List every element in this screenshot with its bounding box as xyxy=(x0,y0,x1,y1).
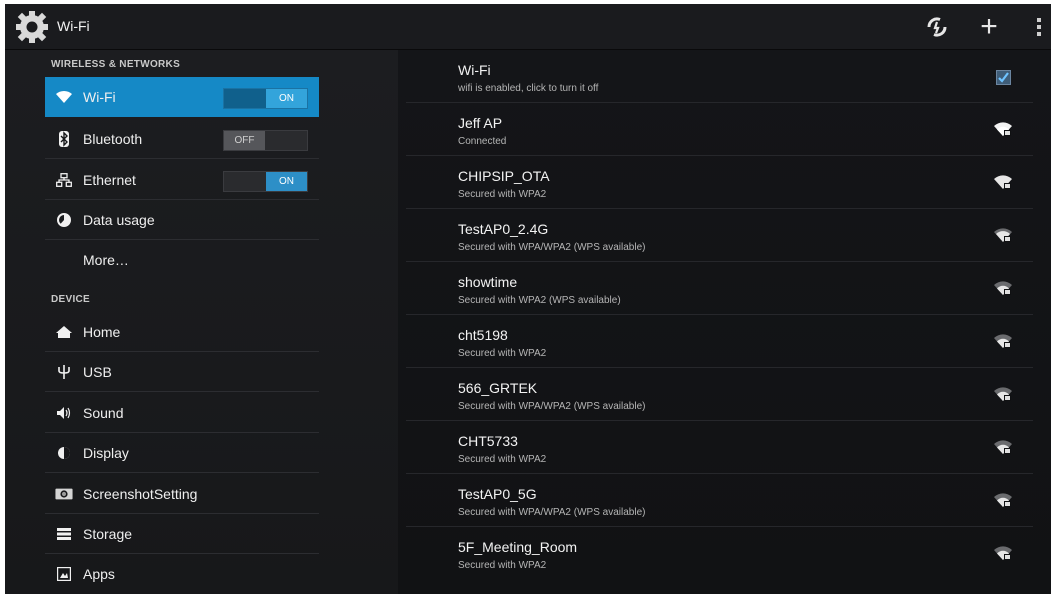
sidebar-item-label: Home xyxy=(83,324,121,340)
network-ssid: TestAP0_5G xyxy=(458,486,537,502)
sidebar-item-screenshot-setting[interactable]: ScreenshotSetting xyxy=(45,474,319,514)
display-icon xyxy=(55,444,73,462)
section-header-wireless: WIRELESS & NETWORKS xyxy=(51,59,181,70)
divider xyxy=(45,158,319,159)
apps-icon xyxy=(55,565,73,583)
wifi-signal-lock-icon xyxy=(994,546,1012,560)
network-row[interactable]: TestAP0_2.4G Secured with WPA/WPA2 (WPS … xyxy=(406,209,1033,262)
wifi-signal-lock-icon xyxy=(994,387,1012,401)
settings-window: Wi-Fi + WIRELESS & NETWORKS Wi-Fi ON Blu… xyxy=(5,4,1051,594)
sidebar-item-usb[interactable]: USB xyxy=(45,352,319,392)
sidebar-item-more[interactable]: More… xyxy=(45,240,319,280)
divider xyxy=(45,472,319,473)
switch-state: OFF xyxy=(224,131,265,150)
wifi-enable-checkbox[interactable] xyxy=(996,70,1011,85)
ethernet-icon xyxy=(55,171,73,189)
wifi-signal-lock-icon xyxy=(994,122,1012,136)
switch-state: ON xyxy=(266,89,307,108)
network-row[interactable]: showtime Secured with WPA2 (WPS availabl… xyxy=(406,262,1033,315)
settings-gear-icon[interactable] xyxy=(15,10,49,44)
sidebar-item-ethernet[interactable]: Ethernet ON xyxy=(45,160,319,200)
checkmark-icon xyxy=(998,72,1009,83)
sidebar-item-home[interactable]: Home xyxy=(45,312,319,352)
wps-sync-icon[interactable] xyxy=(923,13,951,41)
section-header-device: DEVICE xyxy=(51,294,91,305)
bluetooth-icon xyxy=(55,130,73,148)
wifi-signal-lock-icon xyxy=(994,281,1012,295)
sidebar-item-label: Wi-Fi xyxy=(83,89,116,105)
sidebar-item-label: Display xyxy=(83,445,129,461)
camera-icon xyxy=(55,485,73,503)
wifi-enable-title: Wi-Fi xyxy=(458,62,491,78)
action-bar: Wi-Fi + xyxy=(5,4,1051,50)
sidebar-item-wifi[interactable]: Wi-Fi ON xyxy=(45,77,319,117)
sidebar-item-data-usage[interactable]: Data usage xyxy=(45,200,319,240)
network-row[interactable]: 5F_Meeting_Room Secured with WPA2 xyxy=(406,527,1033,580)
wifi-switch[interactable]: ON xyxy=(223,88,308,109)
network-ssid: CHT5733 xyxy=(458,433,518,449)
action-bar-title: Wi-Fi xyxy=(57,18,90,34)
sidebar-item-storage[interactable]: Storage xyxy=(45,514,319,554)
network-status: Secured with WPA/WPA2 (WPS available) xyxy=(458,507,646,518)
sidebar-item-label: Data usage xyxy=(83,212,155,228)
storage-icon xyxy=(55,525,73,543)
sidebar-item-sound[interactable]: Sound xyxy=(45,393,319,433)
network-row[interactable]: CHT5733 Secured with WPA2 xyxy=(406,421,1033,474)
sidebar-item-label: USB xyxy=(83,364,112,380)
wifi-signal-lock-icon xyxy=(994,228,1012,242)
network-row[interactable]: TestAP0_5G Secured with WPA/WPA2 (WPS av… xyxy=(406,474,1033,527)
network-ssid: TestAP0_2.4G xyxy=(458,221,549,237)
wifi-network-list: Wi-Fi wifi is enabled, click to turn it … xyxy=(398,50,1051,594)
sidebar-item-apps[interactable]: Apps xyxy=(45,554,319,594)
sidebar-item-label: Apps xyxy=(83,566,115,582)
wifi-signal-lock-icon xyxy=(994,440,1012,454)
network-row[interactable]: Jeff AP Connected xyxy=(406,103,1033,156)
overflow-menu-icon[interactable] xyxy=(1025,13,1051,41)
network-row[interactable]: 566_GRTEK Secured with WPA/WPA2 (WPS ava… xyxy=(406,368,1033,421)
network-status: Secured with WPA2 xyxy=(458,454,547,465)
sidebar-item-display[interactable]: Display xyxy=(45,433,319,473)
network-status: Connected xyxy=(458,136,507,147)
sidebar-item-label: Ethernet xyxy=(83,172,136,188)
network-status: Secured with WPA2 xyxy=(458,560,547,571)
network-status: Secured with WPA2 xyxy=(458,348,547,359)
sidebar-item-label: ScreenshotSetting xyxy=(83,486,198,502)
network-status: Secured with WPA2 xyxy=(458,189,547,200)
add-network-icon[interactable]: + xyxy=(975,12,1003,42)
wifi-signal-lock-icon xyxy=(994,493,1012,507)
sidebar-item-bluetooth[interactable]: Bluetooth OFF xyxy=(45,119,319,159)
usb-icon xyxy=(55,363,73,381)
network-status: Secured with WPA2 (WPS available) xyxy=(458,295,621,306)
wifi-signal-lock-icon xyxy=(994,175,1012,189)
ethernet-switch[interactable]: ON xyxy=(223,171,308,192)
network-status: Secured with WPA/WPA2 (WPS available) xyxy=(458,401,646,412)
network-status: Secured with WPA/WPA2 (WPS available) xyxy=(458,242,646,253)
sidebar-item-label: Bluetooth xyxy=(83,131,143,147)
sidebar-item-label: Storage xyxy=(83,526,133,542)
network-row[interactable]: cht5198 Secured with WPA2 xyxy=(406,315,1033,368)
bluetooth-switch[interactable]: OFF xyxy=(223,130,308,151)
network-ssid: 566_GRTEK xyxy=(458,380,538,396)
sound-icon xyxy=(55,404,73,422)
network-ssid: showtime xyxy=(458,274,518,290)
network-ssid: CHIPSIP_OTA xyxy=(458,168,550,184)
switch-state: ON xyxy=(266,172,307,191)
wifi-enable-subtitle: wifi is enabled, click to turn it off xyxy=(458,83,599,94)
network-row[interactable]: CHIPSIP_OTA Secured with WPA2 xyxy=(406,156,1033,209)
wifi-enable-row[interactable]: Wi-Fi wifi is enabled, click to turn it … xyxy=(406,50,1033,103)
data-usage-icon xyxy=(55,211,73,229)
settings-sidebar: WIRELESS & NETWORKS Wi-Fi ON Bluetooth O… xyxy=(5,50,398,594)
divider xyxy=(45,391,319,392)
network-ssid: Jeff AP xyxy=(458,115,503,131)
sidebar-item-label: Sound xyxy=(83,405,124,421)
sidebar-item-label: More… xyxy=(83,252,129,268)
wifi-signal-lock-icon xyxy=(994,334,1012,348)
home-icon xyxy=(55,323,73,341)
wifi-icon xyxy=(55,88,73,106)
network-ssid: cht5198 xyxy=(458,327,508,343)
network-ssid: 5F_Meeting_Room xyxy=(458,539,578,555)
